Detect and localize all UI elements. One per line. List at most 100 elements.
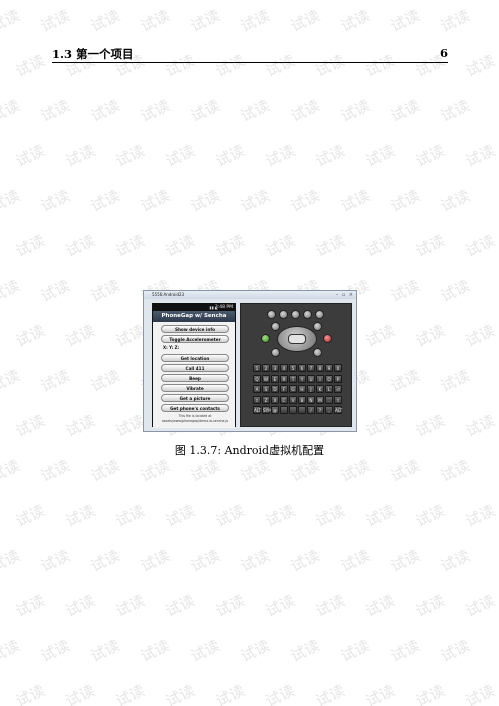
watermark-text: 试读 [412,231,448,261]
running-header: 1.3 第一个项目 6 [52,44,448,64]
watermark-text: 试读 [37,366,73,396]
call-icon [261,334,270,343]
watermark-text: 试读 [412,411,448,441]
keyboard-key [289,406,297,414]
watermark-text: 试读 [337,636,373,666]
watermark-text: 试读 [262,501,298,531]
watermark-text: 试读 [62,501,98,531]
watermark-text: 试读 [387,366,423,396]
keyboard-key: Y [298,374,306,383]
keyboard-key: U [307,374,315,383]
watermark-text: 试读 [337,456,373,486]
watermark-text: 试读 [137,96,173,126]
watermark-text: 试读 [137,456,173,486]
keyboard-key: Z [262,395,270,404]
watermark-text: 试读 [62,411,98,441]
watermark-text: 试读 [312,501,348,531]
watermark-text: 试读 [112,591,148,621]
watermark-text: 试读 [137,186,173,216]
watermark-text: 试读 [87,366,123,396]
keyboard-key: 2 [262,364,270,372]
emulator-screenshot: 5556:Android23 – ▫ × ▮▮ ◣ 3:48 PM PhoneG… [143,290,357,432]
keyboard-key: ALT [334,406,343,414]
keyboard-key: 1 [253,364,261,372]
watermark-text: 试读 [212,231,248,261]
emulator-keyboard: 1 2 3 4 5 6 7 8 9 0 Q W E R T Y U I O P A S D F G H J K L ⏎ ⇧ Z X C V B N M. ⇧… [253,364,343,418]
watermark-text: 试读 [37,636,73,666]
watermark-text: 试读 [362,321,398,351]
watermark-text: 试读 [287,6,323,36]
watermark-text: 试读 [362,411,398,441]
keyboard-key: K [316,385,324,393]
watermark-text: 试读 [237,636,273,666]
keyboard-key: E [271,374,279,383]
watermark-text: 试读 [387,546,423,576]
vibrate-button: Vibrate [161,384,229,392]
call-411-button: Call 411 [161,364,229,372]
keyboard-key: X [271,395,279,404]
watermark-text: 试读 [437,6,473,36]
keyboard-key: 3 [271,364,279,372]
watermark-text: 试读 [437,276,473,306]
keyboard-key: R [280,374,288,383]
keyboard-key: ALT [253,406,262,414]
watermark-text: 试读 [37,96,73,126]
get-picture-button: Get a picture [161,394,229,402]
watermark-text: 试读 [312,681,348,706]
volume-down-icon [267,310,276,319]
watermark-text: 试读 [462,591,498,621]
watermark-text: 试读 [262,681,298,706]
watermark-text: 试读 [12,411,48,441]
watermark-text: 试读 [262,141,298,171]
keyboard-key: N [307,395,315,404]
watermark-text: 试读 [462,501,498,531]
watermark-text: 试读 [312,231,348,261]
footer-note: This file is located at [178,414,212,418]
watermark-text: 试读 [212,681,248,706]
watermark-text: 试读 [462,141,498,171]
keyboard-key: L [325,385,333,393]
keyboard-key: H [298,385,306,393]
watermark-text: 试读 [137,636,173,666]
watermark-text: 试读 [62,321,98,351]
watermark-text: 试读 [87,96,123,126]
watermark-text: 试读 [312,141,348,171]
watermark-text: 试读 [387,96,423,126]
footer-path: assets/www/phonegap/demo-w-sencha.js [161,419,229,423]
keyboard-key: F [280,385,288,393]
keyboard-key: O [325,374,333,383]
keyboard-key: , [325,406,333,414]
watermark-text: 试读 [137,546,173,576]
watermark-text: 试读 [87,276,123,306]
watermark-text: 试读 [437,636,473,666]
watermark-text: 试读 [287,636,323,666]
get-contacts-button: Get phone's contacts [161,404,229,412]
watermark-text: 试读 [212,501,248,531]
home-icon [315,310,324,319]
watermark-text: 试读 [437,546,473,576]
get-location-button: Get location [161,354,229,362]
keyboard-key: A [253,385,261,393]
keyboard-key: B [298,395,306,404]
watermark-text: 试读 [0,366,23,396]
status-time: 3:48 PM [214,305,233,310]
keyboard-key: P [334,374,342,383]
watermark-text: 试读 [0,186,23,216]
watermark-text: 试读 [0,6,23,36]
keyboard-key [280,406,288,414]
watermark-text: 试读 [112,681,148,706]
toggle-accelerometer-button: Toggle Accelerometer [161,335,229,343]
watermark-text: 试读 [212,141,248,171]
watermark-text: 试读 [137,6,173,36]
watermark-text: 试读 [362,591,398,621]
keyboard-key: D [271,385,279,393]
keyboard-key: T [289,374,297,383]
keyboard-key: @ [271,406,279,414]
watermark-text: 试读 [262,591,298,621]
watermark-text: 试读 [362,681,398,706]
watermark-text: 试读 [362,141,398,171]
end-call-icon [323,334,332,343]
volume-up-icon [279,310,288,319]
watermark-text: 试读 [387,6,423,36]
app-body: Show device info Toggle Accelerometer X:… [153,322,235,428]
